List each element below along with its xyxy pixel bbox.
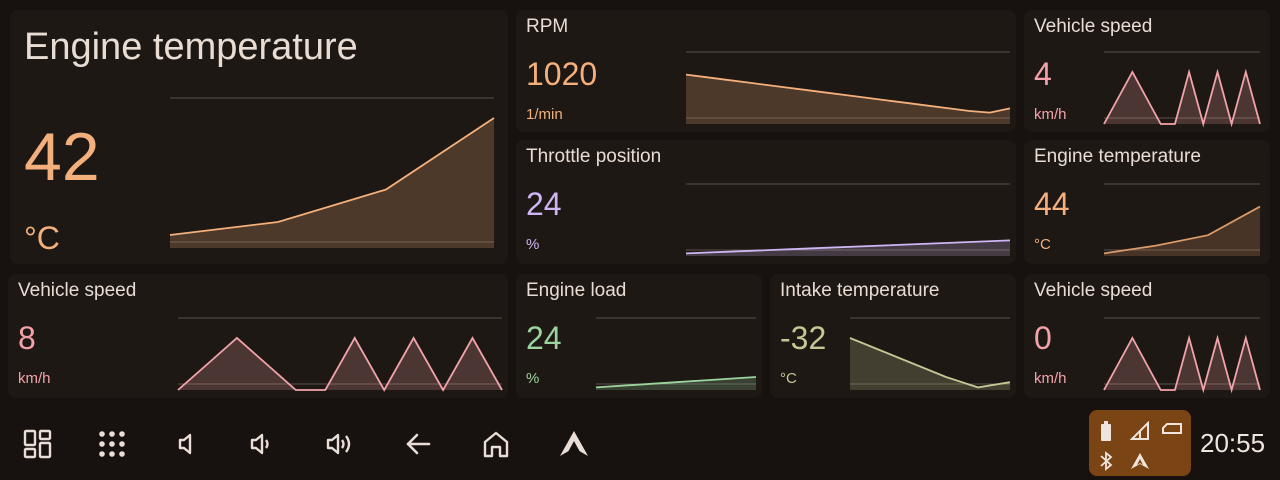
- cell-signal-icon: [1129, 420, 1151, 442]
- widget-title: Engine temperature: [24, 26, 358, 68]
- apps-grid-icon[interactable]: [92, 424, 132, 464]
- sparkline: [685, 51, 1011, 124]
- widget-unit: °C: [1034, 236, 1051, 253]
- dashboard-icon[interactable]: [18, 424, 58, 464]
- vehicle-speed-widget[interactable]: Vehicle speed 8 km/h: [8, 274, 508, 398]
- sparkline: [177, 317, 503, 392]
- widget-title: Engine temperature: [1034, 146, 1201, 167]
- widget-value: 24: [526, 186, 562, 222]
- sparkline: [1103, 183, 1261, 256]
- widget-value: 24: [526, 320, 562, 356]
- battery-icon: [1095, 420, 1117, 442]
- widget-value: 44: [1034, 186, 1070, 222]
- throttle-position-widget[interactable]: Throttle position 24 %: [516, 140, 1016, 264]
- engine-temperature-widget[interactable]: Engine temperature 42 °C: [10, 10, 508, 264]
- navigation-bar: 20:55: [0, 404, 1280, 480]
- widget-title: Throttle position: [526, 146, 662, 167]
- widget-value: 4: [1034, 56, 1052, 92]
- widget-title: RPM: [526, 16, 569, 37]
- widget-value: 0: [1034, 320, 1052, 356]
- widget-unit: °C: [780, 370, 797, 387]
- widget-value: 42: [24, 119, 100, 195]
- sparkline: [169, 97, 495, 248]
- android-auto-icon[interactable]: [554, 424, 594, 464]
- sparkline-area: [850, 338, 1010, 390]
- volume-high-icon[interactable]: [320, 424, 360, 464]
- sparkline: [1103, 51, 1261, 128]
- volume-mute-icon[interactable]: [164, 424, 204, 464]
- widget-title: Vehicle speed: [1034, 280, 1153, 301]
- widget-title: Engine load: [526, 280, 627, 301]
- sparkline-area: [1104, 206, 1260, 256]
- widget-value: -32: [780, 320, 827, 356]
- home-icon[interactable]: [476, 424, 516, 464]
- sparkline: [1103, 317, 1261, 394]
- widget-title: Intake temperature: [780, 280, 940, 301]
- engine-load-widget[interactable]: Engine load 24 %: [516, 274, 762, 398]
- widget-title: Vehicle speed: [18, 280, 137, 301]
- car-icon: [1161, 418, 1183, 440]
- widget-unit: %: [526, 236, 540, 253]
- widget-unit: km/h: [1034, 370, 1067, 387]
- widget-unit: °C: [24, 220, 60, 256]
- widget-unit: km/h: [18, 370, 51, 387]
- clock: 20:55: [1200, 428, 1266, 458]
- sparkline: [849, 317, 1011, 390]
- widget-value: 1020: [526, 56, 598, 92]
- widget-unit: %: [526, 370, 540, 387]
- intake-temperature-widget[interactable]: Intake temperature -32 °C: [770, 274, 1016, 398]
- rpm-widget[interactable]: RPM 1020 1/min: [516, 10, 1016, 132]
- widget-unit: km/h: [1034, 106, 1067, 123]
- sparkline: [685, 183, 1011, 256]
- sparkline: [595, 317, 757, 390]
- widget-title: Vehicle speed: [1034, 16, 1153, 37]
- bluetooth-icon: [1095, 450, 1117, 472]
- back-arrow-icon[interactable]: [398, 424, 438, 464]
- widget-value: 8: [18, 320, 36, 356]
- widget-unit: 1/min: [526, 106, 563, 123]
- volume-low-icon[interactable]: [242, 424, 282, 464]
- sparkline-area: [686, 74, 1010, 124]
- vehicle-speed-widget[interactable]: Vehicle speed 0 km/h: [1024, 274, 1270, 398]
- engine-temperature-small-widget[interactable]: Engine temperature 44 °C: [1024, 140, 1270, 264]
- android-auto-small-icon: [1129, 450, 1151, 472]
- status-panel[interactable]: [1089, 410, 1191, 476]
- vehicle-speed-widget[interactable]: Vehicle speed 4 km/h: [1024, 10, 1270, 132]
